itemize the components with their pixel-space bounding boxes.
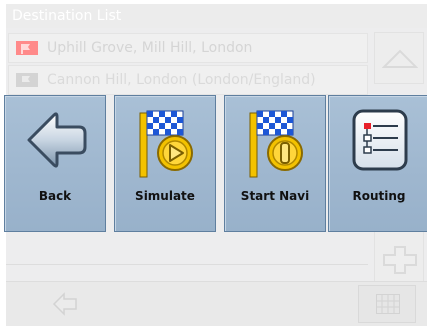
checkered-flag-play-icon — [139, 110, 193, 178]
divider — [6, 264, 368, 265]
chevron-up-icon — [382, 49, 418, 68]
flag-icon — [16, 41, 40, 61]
route-list-icon — [352, 109, 408, 171]
back-label: Back — [38, 189, 72, 203]
window-title: Destination List — [6, 4, 427, 28]
simulate-label: Simulate — [135, 189, 195, 203]
back-arrow-icon — [27, 112, 87, 168]
add-button[interactable] — [374, 230, 424, 282]
start-navi-label: Start Navi — [240, 189, 310, 203]
left-arrow-icon — [52, 292, 77, 316]
flag-icon — [16, 73, 40, 93]
destination-name: Cannon Hill, London (London/England) — [47, 72, 316, 88]
routing-label: Routing — [352, 189, 406, 203]
routing-button[interactable]: Routing — [328, 95, 427, 232]
destination-item[interactable]: Uphill Grove, Mill Hill, London — [8, 33, 368, 63]
checkered-flag-start-icon — [249, 110, 303, 178]
simulate-button[interactable]: Simulate — [114, 95, 216, 232]
start-navi-button[interactable]: Start Navi — [224, 95, 326, 232]
route-action-menu: Back Simulate Start Navi Routing — [4, 95, 427, 232]
keyboard-button[interactable] — [358, 285, 416, 323]
plus-icon — [383, 246, 417, 274]
destination-name: Uphill Grove, Mill Hill, London — [47, 40, 253, 56]
destination-item[interactable]: Cannon Hill, London (London/England) — [8, 65, 368, 95]
bottom-back-button[interactable] — [20, 286, 110, 322]
keyboard-grid-icon — [376, 294, 400, 314]
scroll-up-button[interactable] — [374, 32, 424, 84]
back-button[interactable]: Back — [4, 95, 106, 232]
